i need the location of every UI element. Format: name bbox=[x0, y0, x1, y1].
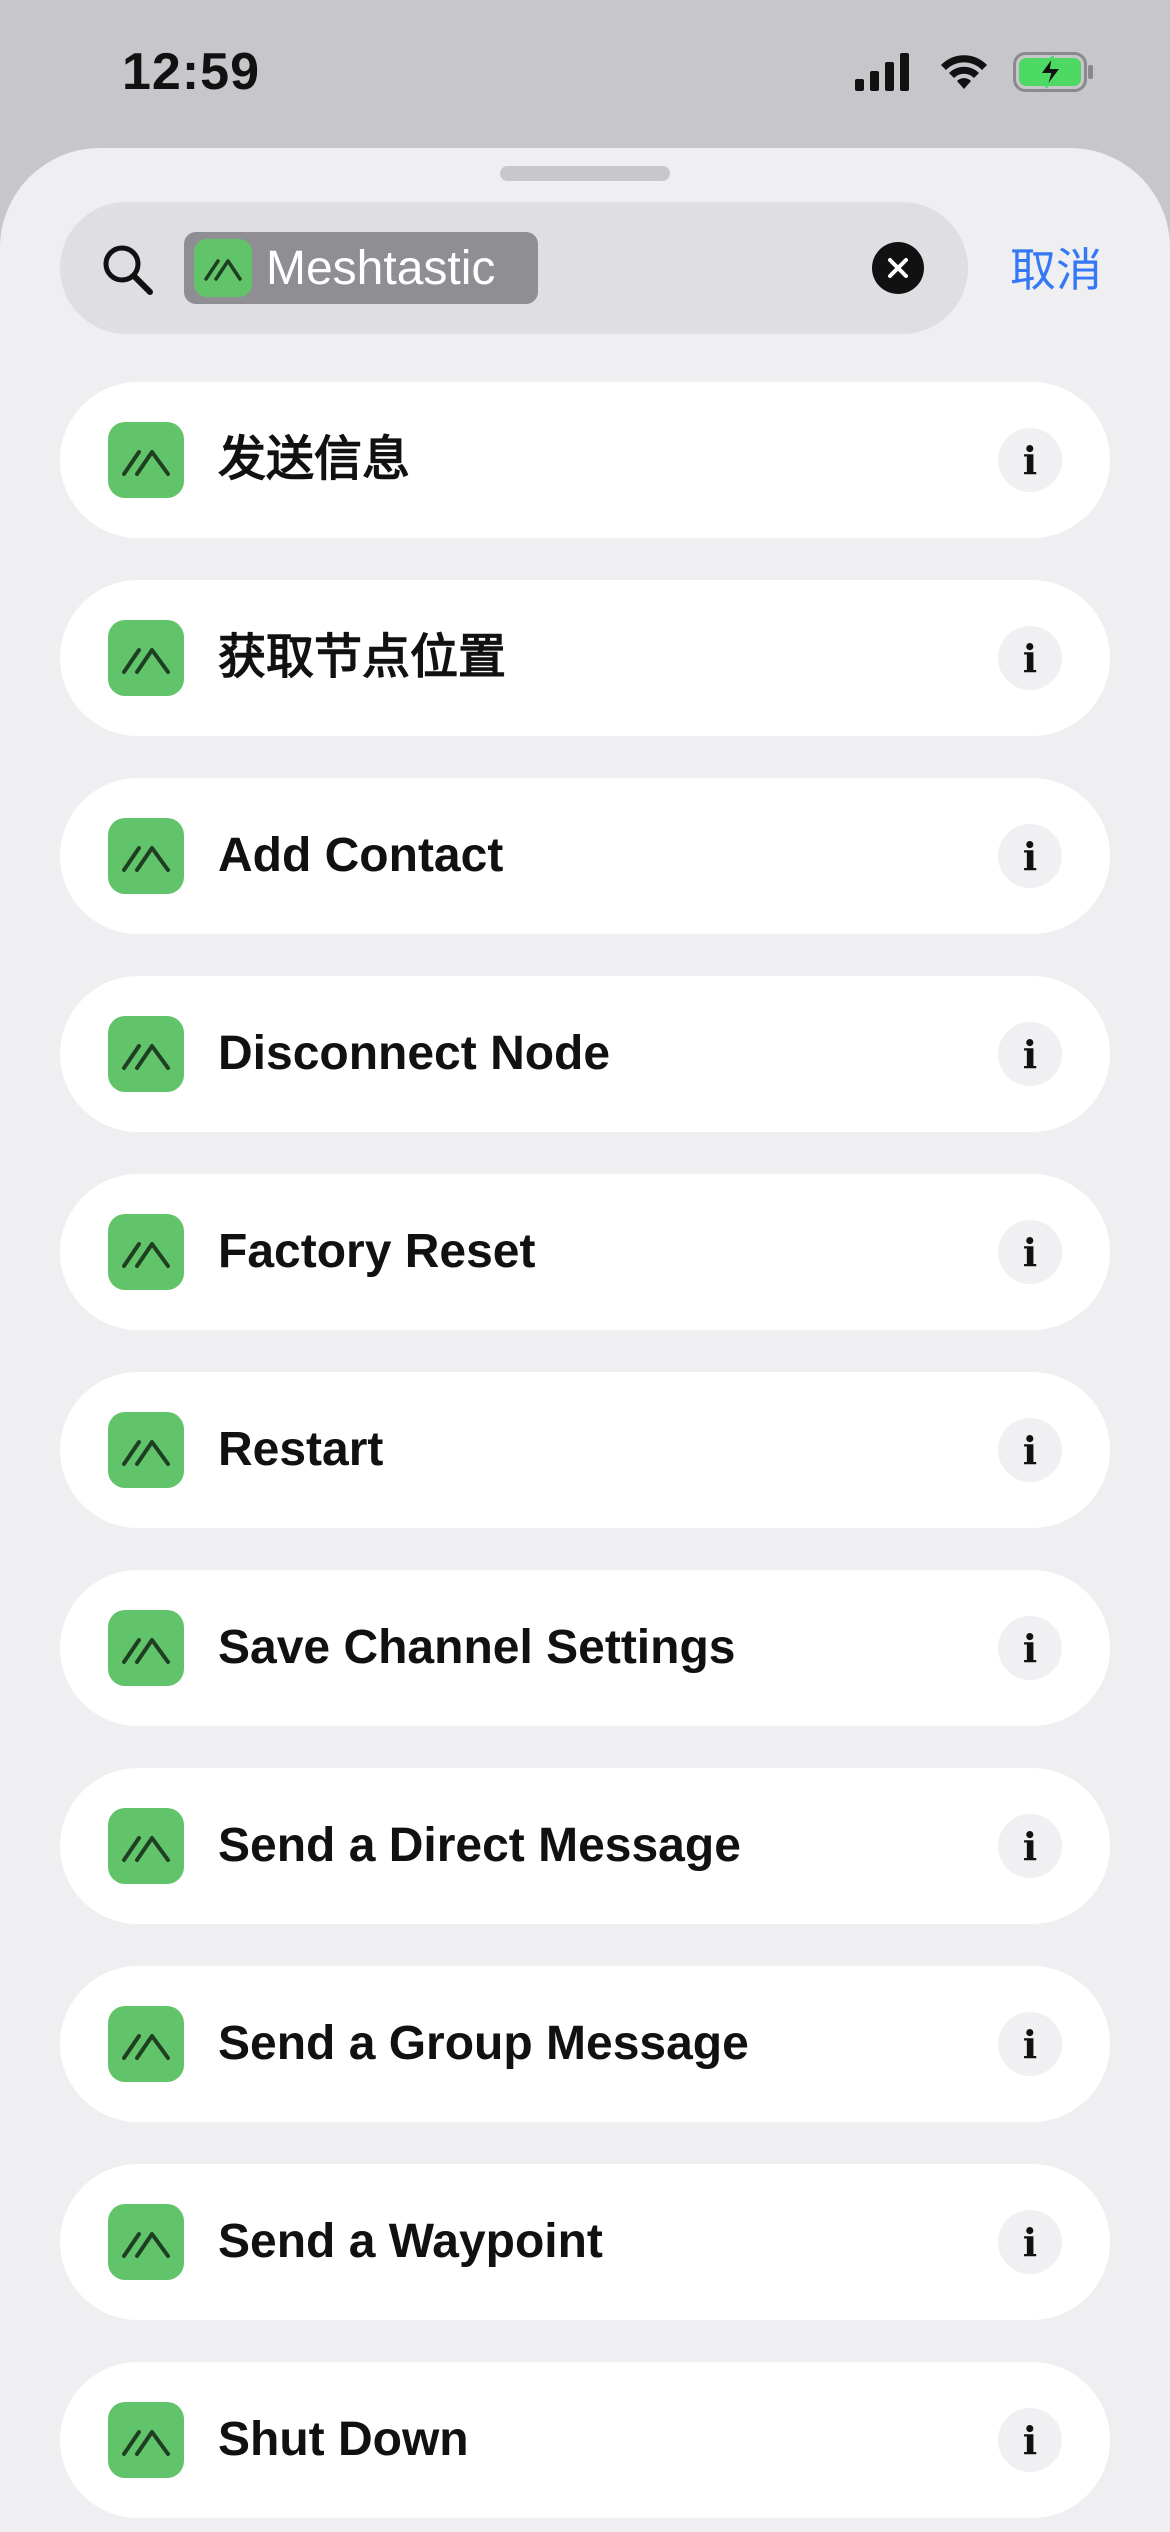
action-row[interactable]: 发送信息 i bbox=[60, 382, 1110, 538]
action-row[interactable]: Restart i bbox=[60, 1372, 1110, 1528]
status-icons bbox=[855, 52, 1095, 92]
action-row[interactable]: Shut Down i bbox=[60, 2362, 1110, 2518]
info-button[interactable]: i bbox=[998, 1814, 1062, 1878]
shortcut-picker-sheet: Meshtastic 取消 发送信息 i 获取节点位置 i Add Contac… bbox=[0, 148, 1170, 2532]
meshtastic-app-icon bbox=[108, 1412, 184, 1488]
action-row[interactable]: Factory Reset i bbox=[60, 1174, 1110, 1330]
action-label: 获取节点位置 bbox=[218, 631, 507, 684]
cancel-button[interactable]: 取消 bbox=[1010, 234, 1102, 300]
info-button[interactable]: i bbox=[998, 1418, 1062, 1482]
app-filter-token[interactable]: Meshtastic bbox=[184, 232, 538, 304]
status-time: 12:59 bbox=[122, 43, 260, 101]
info-button[interactable]: i bbox=[998, 1220, 1062, 1284]
info-button[interactable]: i bbox=[998, 2012, 1062, 2076]
info-button[interactable]: i bbox=[998, 1022, 1062, 1086]
meshtastic-app-icon bbox=[108, 1214, 184, 1290]
meshtastic-app-icon bbox=[108, 1808, 184, 1884]
action-row[interactable]: Save Channel Settings i bbox=[60, 1570, 1110, 1726]
info-button[interactable]: i bbox=[998, 428, 1062, 492]
action-row[interactable]: Disconnect Node i bbox=[60, 976, 1110, 1132]
action-label: Send a Waypoint bbox=[218, 2215, 603, 2268]
action-row[interactable]: Send a Group Message i bbox=[60, 1966, 1110, 2122]
action-row[interactable]: Send a Waypoint i bbox=[60, 2164, 1110, 2320]
info-icon: i bbox=[1022, 1031, 1038, 1077]
info-button[interactable]: i bbox=[998, 2408, 1062, 2472]
action-label: Disconnect Node bbox=[218, 1027, 611, 1080]
battery-charging-icon bbox=[1013, 52, 1093, 92]
meshtastic-app-icon bbox=[108, 2402, 184, 2478]
info-icon: i bbox=[1022, 2417, 1038, 2463]
action-label: Restart bbox=[218, 1423, 384, 1476]
action-label: 发送信息 bbox=[218, 433, 411, 486]
action-label: Send a Group Message bbox=[218, 2017, 749, 2070]
meshtastic-app-icon bbox=[108, 2204, 184, 2280]
clear-search-button[interactable] bbox=[872, 242, 924, 294]
meshtastic-app-icon bbox=[108, 620, 184, 696]
info-icon: i bbox=[1022, 833, 1038, 879]
search-field[interactable]: Meshtastic bbox=[60, 202, 968, 334]
info-button[interactable]: i bbox=[998, 626, 1062, 690]
info-icon: i bbox=[1022, 635, 1038, 681]
actions-list: 发送信息 i 获取节点位置 i Add Contact i Disconnect… bbox=[60, 382, 1110, 2532]
token-label: Meshtastic bbox=[266, 241, 496, 295]
meshtastic-app-icon bbox=[108, 1610, 184, 1686]
meshtastic-app-icon bbox=[108, 2006, 184, 2082]
info-button[interactable]: i bbox=[998, 1616, 1062, 1680]
info-icon: i bbox=[1022, 1625, 1038, 1671]
info-icon: i bbox=[1022, 2021, 1038, 2067]
cellular-signal-icon bbox=[855, 53, 909, 91]
info-icon: i bbox=[1022, 1823, 1038, 1869]
meshtastic-app-icon bbox=[108, 1016, 184, 1092]
action-label: Send a Direct Message bbox=[218, 1819, 741, 1872]
meshtastic-app-icon bbox=[108, 818, 184, 894]
status-bar: 12:59 bbox=[0, 0, 1170, 150]
close-icon bbox=[888, 258, 908, 278]
meshtastic-app-icon bbox=[108, 422, 184, 498]
action-row[interactable]: Send a Direct Message i bbox=[60, 1768, 1110, 1924]
info-icon: i bbox=[1022, 1229, 1038, 1275]
action-label: Shut Down bbox=[218, 2413, 469, 2466]
action-label: Factory Reset bbox=[218, 1225, 536, 1278]
action-row[interactable]: 获取节点位置 i bbox=[60, 580, 1110, 736]
info-button[interactable]: i bbox=[998, 824, 1062, 888]
meshtastic-app-icon bbox=[194, 239, 252, 297]
magnifying-glass-icon bbox=[103, 245, 153, 295]
wifi-icon bbox=[941, 55, 987, 89]
sheet-grabber[interactable] bbox=[500, 166, 670, 181]
info-icon: i bbox=[1022, 2219, 1038, 2265]
action-row[interactable]: Add Contact i bbox=[60, 778, 1110, 934]
info-icon: i bbox=[1022, 437, 1038, 483]
info-button[interactable]: i bbox=[998, 2210, 1062, 2274]
action-label: Add Contact bbox=[218, 829, 504, 882]
info-icon: i bbox=[1022, 1427, 1038, 1473]
action-label: Save Channel Settings bbox=[218, 1621, 736, 1674]
